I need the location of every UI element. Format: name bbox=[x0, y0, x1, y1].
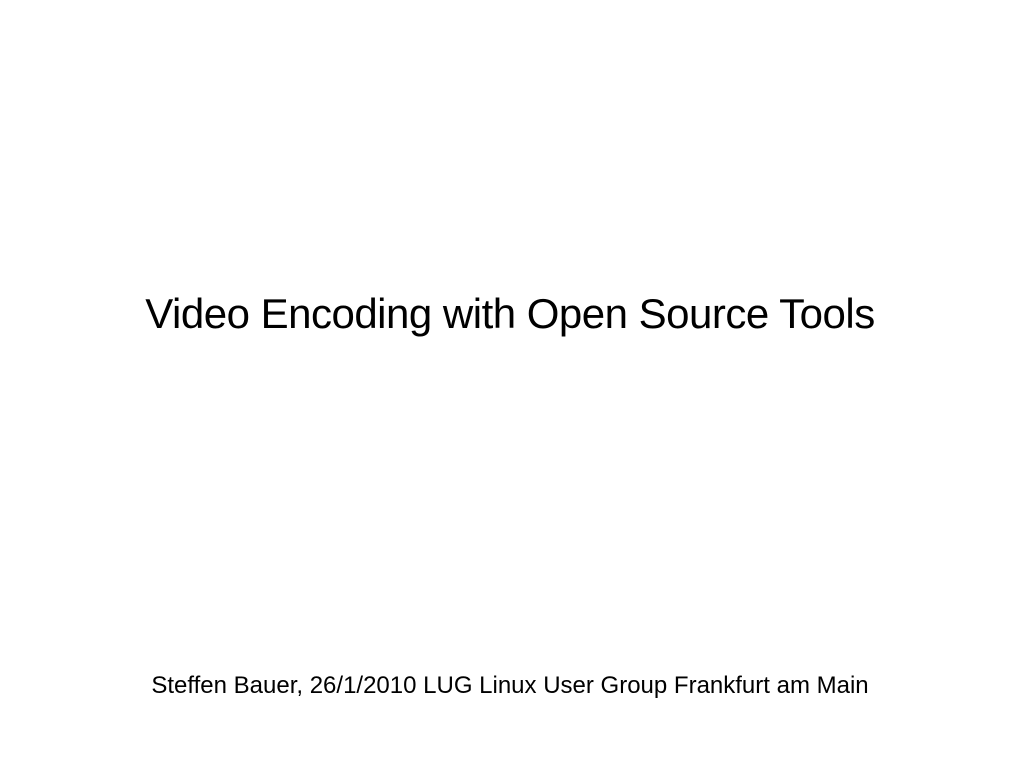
slide-container: Video Encoding with Open Source Tools St… bbox=[0, 0, 1020, 764]
slide-footer: Steffen Bauer, 26/1/2010 LUG Linux User … bbox=[0, 672, 1020, 700]
slide-title: Video Encoding with Open Source Tools bbox=[0, 290, 1020, 338]
